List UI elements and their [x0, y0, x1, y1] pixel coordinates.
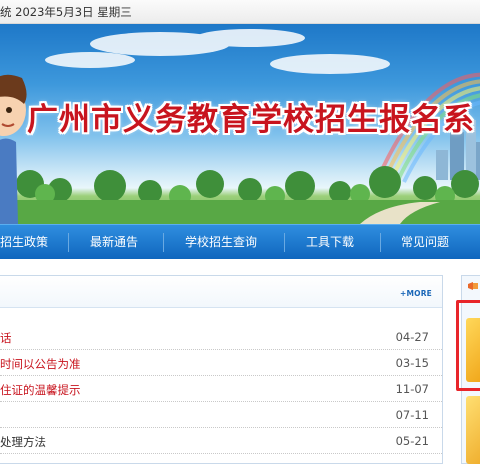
banner-title: 广州市义务教育学校招生报名系: [27, 102, 475, 138]
nav-item-enrollment-policy[interactable]: 招生政策: [0, 225, 48, 260]
quick-entry-card-2[interactable]: [466, 396, 480, 464]
news-row: 时间以公告为准 03-15: [0, 350, 442, 376]
main-nav: 招生政策 最新通告 学校招生查询 工具下载 常见问题: [0, 224, 480, 259]
news-title[interactable]: 话: [0, 330, 12, 346]
site-banner: 广州市义务教育学校招生报名系: [0, 24, 480, 224]
nav-divider: [163, 233, 164, 252]
news-row: 07-11: [0, 402, 442, 428]
news-title[interactable]: 时间以公告为准: [0, 356, 81, 372]
news-row: 话 04-27: [0, 324, 442, 350]
nav-item-school-search[interactable]: 学校招生查询: [185, 225, 257, 260]
nav-divider: [284, 233, 285, 252]
news-panel: +MORE 话 04-27 时间以公告为准 03-15 住证的温馨提示 11-0…: [0, 275, 443, 464]
news-title[interactable]: 住证的温馨提示: [0, 382, 81, 398]
date-info-text: 统 2023年5月3日 星期三: [0, 5, 132, 19]
more-link[interactable]: +MORE: [400, 289, 432, 298]
megaphone-icon: [468, 282, 478, 290]
nav-item-latest-notices[interactable]: 最新通告: [90, 225, 138, 260]
news-row: 处理方法 05-21: [0, 428, 442, 454]
news-date: 11-07: [395, 382, 429, 396]
news-date: 07-11: [395, 408, 429, 422]
nav-item-downloads[interactable]: 工具下载: [306, 225, 354, 260]
nav-item-faq[interactable]: 常见问题: [401, 225, 449, 260]
news-title[interactable]: 处理方法: [0, 434, 46, 450]
news-date: 05-21: [395, 434, 429, 448]
nav-divider: [68, 233, 69, 252]
news-row: 住证的温馨提示 11-07: [0, 376, 442, 402]
highlight-box: [456, 300, 480, 391]
news-panel-header: +MORE: [0, 276, 442, 308]
news-date: 03-15: [395, 356, 429, 370]
date-info-bar: 统 2023年5月3日 星期三: [0, 0, 480, 24]
nav-divider: [380, 233, 381, 252]
news-date: 04-27: [395, 330, 429, 344]
